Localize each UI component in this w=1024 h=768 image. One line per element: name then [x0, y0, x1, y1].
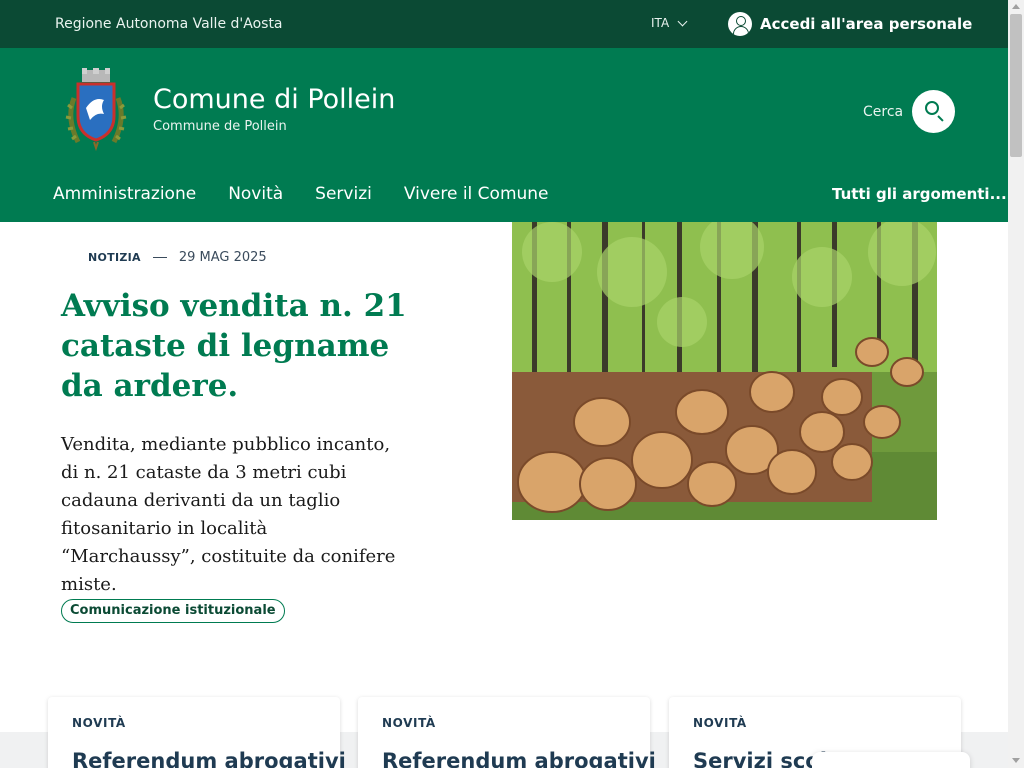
scroll-up-icon[interactable]: [1012, 4, 1020, 9]
login-label: Accedi all'area personale: [760, 15, 973, 33]
news-meta: NOTIZIA 29 MAG 2025: [88, 250, 267, 265]
coat-of-arms-logo[interactable]: [64, 68, 128, 152]
site-subtitle: Commune de Pollein: [153, 119, 287, 134]
user-icon: [728, 12, 752, 36]
news-description: Vendita, mediante pubblico incanto, di n…: [61, 434, 396, 595]
card-category: NOVITÀ: [693, 716, 747, 730]
site-header: Comune di Pollein Commune de Pollein Cer…: [0, 48, 1008, 222]
topic-tag[interactable]: Comunicazione istituzionale: [61, 599, 285, 623]
news-date: 29 MAG 2025: [178, 250, 267, 265]
language-selector[interactable]: ITA: [651, 16, 688, 30]
search-label[interactable]: Cerca: [863, 104, 903, 120]
card-title[interactable]: Referendum abrogativi: [382, 749, 656, 768]
news-title[interactable]: Avviso vendita n. 21 cataste di legname …: [61, 286, 421, 406]
search-icon-handle: [937, 115, 944, 122]
chevron-down-icon: [677, 16, 688, 26]
nav-item-vivere-il-comune[interactable]: Vivere il Comune: [404, 184, 549, 204]
floating-panel[interactable]: [812, 752, 970, 768]
scrollbar-thumb[interactable]: [1010, 14, 1022, 157]
meta-separator: [152, 257, 167, 258]
region-link[interactable]: Regione Autonoma Valle d'Aosta: [55, 16, 283, 32]
card-title[interactable]: Referendum abrogativi: [72, 749, 346, 768]
login-button[interactable]: Accedi all'area personale: [728, 12, 972, 36]
site-title[interactable]: Comune di Pollein: [153, 84, 395, 115]
news-card[interactable]: NOVITÀ Referendum abrogativi: [48, 697, 346, 768]
nav-item-servizi[interactable]: Servizi: [315, 184, 372, 204]
scroll-down-icon[interactable]: [1012, 758, 1020, 763]
nav-item-novita[interactable]: Novità: [228, 184, 283, 204]
card-category: NOVITÀ: [72, 716, 126, 730]
news-card[interactable]: NOVITÀ Referendum abrogativi: [358, 697, 656, 768]
search-button[interactable]: [912, 90, 955, 133]
nav-item-amministrazione[interactable]: Amministrazione: [53, 184, 196, 204]
language-label: ITA: [651, 16, 670, 30]
news-image[interactable]: [512, 222, 937, 520]
card-category: NOVITÀ: [382, 716, 436, 730]
main-navigation: Amministrazione Novità Servizi Vivere il…: [53, 184, 549, 204]
search-icon: [925, 101, 939, 115]
top-bar: Regione Autonoma Valle d'Aosta ITA Acced…: [0, 0, 1008, 48]
news-category: NOTIZIA: [88, 251, 141, 264]
page-scrollbar[interactable]: [1008, 0, 1024, 768]
all-topics-link[interactable]: Tutti gli argomenti...: [832, 185, 1007, 203]
